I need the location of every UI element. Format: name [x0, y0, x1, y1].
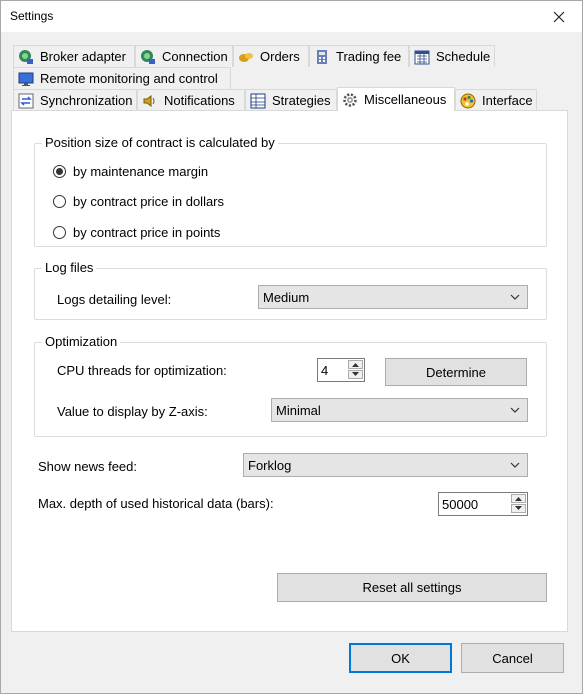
calendar-icon — [414, 49, 430, 65]
history-depth-stepper[interactable]: 50000 — [438, 492, 528, 516]
calculator-icon — [314, 49, 330, 65]
position-size-group: Position size of contract is calculated … — [34, 135, 547, 247]
radio-button[interactable] — [53, 226, 66, 239]
radio-label: by maintenance margin — [73, 164, 209, 179]
tab-remote-monitoring[interactable]: Remote monitoring and control — [13, 67, 231, 89]
chevron-down-icon — [510, 407, 520, 413]
history-depth-value: 50000 — [442, 496, 479, 512]
determine-button[interactable]: Determine — [385, 358, 527, 386]
spin-down-icon[interactable] — [348, 370, 363, 379]
chevron-down-icon — [510, 462, 520, 468]
spin-down-icon[interactable] — [511, 504, 526, 513]
radio-contract-price-dollars[interactable]: by contract price in dollars — [53, 194, 224, 209]
log-files-group: Log files Logs detailing level: Medium — [34, 260, 547, 320]
miscellaneous-panel: Position size of contract is calculated … — [11, 110, 568, 632]
position-size-legend: Position size of contract is calculated … — [42, 135, 278, 150]
tab-notifications[interactable]: Notifications — [137, 89, 245, 111]
radio-button[interactable] — [53, 195, 66, 208]
radio-label: by contract price in points — [73, 225, 221, 240]
logs-detailing-select[interactable]: Medium — [258, 285, 528, 309]
close-icon[interactable] — [536, 1, 582, 32]
tab-label: Orders — [260, 49, 300, 64]
tab-orders[interactable]: Orders — [233, 45, 309, 67]
tab-trading-fee[interactable]: Trading fee — [309, 45, 409, 67]
spin-up-icon[interactable] — [511, 494, 526, 503]
broker-adapter-icon — [18, 49, 34, 65]
zaxis-value: Minimal — [276, 402, 321, 418]
tab-strategies[interactable]: Strategies — [245, 89, 337, 111]
tab-label: Strategies — [272, 93, 331, 108]
optimization-legend: Optimization — [42, 334, 121, 349]
radio-contract-price-points[interactable]: by contract price in points — [53, 225, 220, 240]
cpu-threads-label: CPU threads for optimization: — [57, 363, 227, 378]
synchronization-icon — [18, 93, 34, 109]
settings-window: Settings Broker adapter Connection Order… — [0, 0, 583, 694]
connection-icon — [140, 49, 156, 65]
speaker-icon — [142, 93, 158, 109]
tab-label: Interface — [482, 93, 533, 108]
window-title: Settings — [10, 9, 54, 23]
chevron-down-icon — [510, 294, 520, 300]
tab-label: Synchronization — [40, 93, 133, 108]
logs-detailing-label: Logs detailing level: — [57, 292, 172, 307]
tab-broker-adapter[interactable]: Broker adapter — [13, 45, 135, 67]
tab-synchronization[interactable]: Synchronization — [13, 89, 137, 111]
tab-connection[interactable]: Connection — [135, 45, 233, 67]
optimization-group: Optimization CPU threads for optimizatio… — [34, 334, 547, 437]
radio-maintenance-margin[interactable]: by maintenance margin — [53, 164, 208, 179]
tab-label: Schedule — [436, 49, 491, 64]
tab-label: Broker adapter — [40, 49, 126, 64]
zaxis-select[interactable]: Minimal — [271, 398, 528, 422]
reset-all-settings-button[interactable]: Reset all settings — [277, 573, 547, 602]
tab-label: Connection — [162, 49, 228, 64]
radio-label: by contract price in dollars — [73, 194, 225, 209]
history-depth-label: Max. depth of used historical data (bars… — [38, 496, 274, 511]
orders-icon — [238, 49, 254, 65]
log-files-legend: Log files — [42, 260, 97, 275]
cpu-threads-stepper[interactable]: 4 — [317, 358, 365, 382]
ok-button[interactable]: OK — [349, 643, 452, 673]
title-bar: Settings — [1, 1, 582, 32]
palette-icon — [460, 93, 476, 109]
radio-button[interactable] — [53, 165, 66, 178]
news-feed-select[interactable]: Forklog — [243, 453, 528, 477]
tab-schedule[interactable]: Schedule — [409, 45, 495, 67]
cpu-threads-value: 4 — [321, 362, 329, 378]
tab-label: Trading fee — [336, 49, 402, 64]
logs-detailing-value: Medium — [263, 289, 310, 305]
tab-label: Miscellaneous — [364, 92, 447, 107]
news-feed-label: Show news feed: — [38, 459, 138, 474]
gear-icon — [342, 92, 358, 108]
strategies-icon — [250, 93, 266, 109]
news-feed-value: Forklog — [248, 457, 292, 473]
tab-label: Remote monitoring and control — [40, 71, 218, 86]
monitor-icon — [18, 71, 34, 87]
tab-label: Notifications — [164, 93, 235, 108]
cancel-button[interactable]: Cancel — [461, 643, 564, 673]
tab-interface[interactable]: Interface — [455, 89, 537, 111]
spin-up-icon[interactable] — [348, 360, 363, 369]
tab-miscellaneous[interactable]: Miscellaneous — [337, 87, 455, 111]
zaxis-label: Value to display by Z-axis: — [57, 404, 208, 419]
